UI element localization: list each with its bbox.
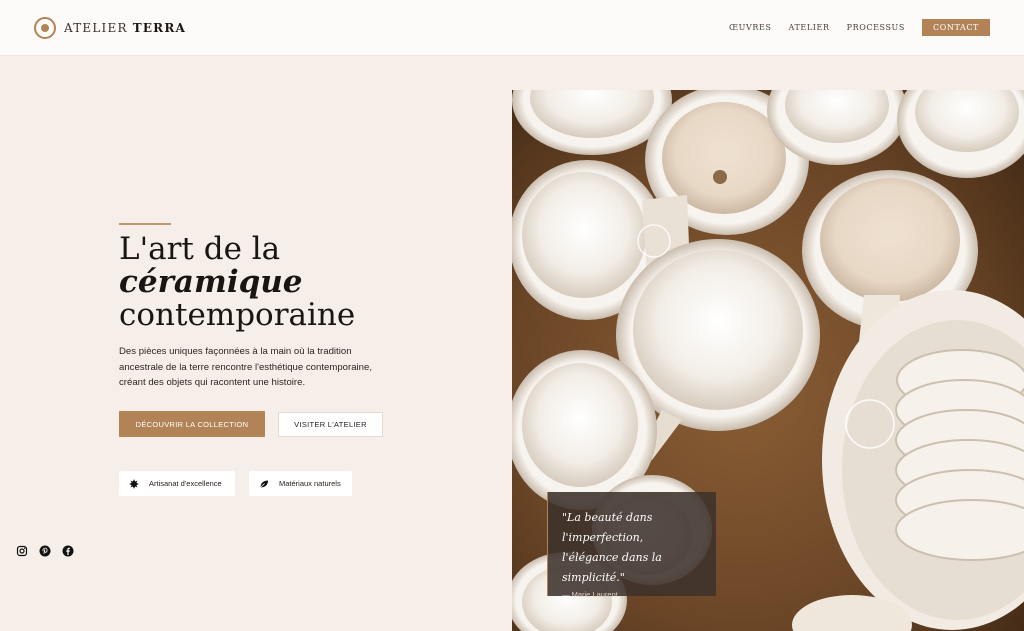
- star-burst-icon: [129, 478, 139, 489]
- logo-mark-icon: [34, 17, 56, 39]
- badge-label: Matériaux naturels: [279, 479, 341, 488]
- quote-author: — Marie Laurent: [562, 590, 618, 599]
- badge-label: Artisanat d'excellence: [149, 479, 222, 488]
- hero-title-line-2: céramique: [119, 264, 303, 300]
- facebook-icon[interactable]: [62, 545, 74, 557]
- logo[interactable]: ATELIER TERRA: [34, 17, 186, 39]
- visit-atelier-button[interactable]: VISITER L'ATELIER: [278, 412, 383, 437]
- contact-button[interactable]: CONTACT: [921, 19, 990, 36]
- nav-link-oeuvres[interactable]: ŒUVRES: [729, 23, 772, 32]
- discover-collection-button[interactable]: DÉCOUVRIR LA COLLECTION: [119, 411, 265, 437]
- badge-craftsmanship: Artisanat d'excellence: [119, 471, 235, 496]
- hero-title-line-3: contemporaine: [119, 297, 356, 333]
- badge-materials: Matériaux naturels: [249, 471, 352, 496]
- quote-text: "La beauté dans l'imperfection, l'élégan…: [562, 511, 662, 584]
- social-links: [16, 545, 85, 557]
- hero-title-line-1: L'art de la: [119, 231, 281, 267]
- hero-title: L'art de la céramique contemporaine: [119, 233, 355, 332]
- quote-card: "La beauté dans l'imperfection, l'élégan…: [547, 492, 716, 599]
- nav-link-atelier[interactable]: ATELIER: [789, 23, 830, 32]
- main-nav: ŒUVRES ATELIER PROCESSUS CONTACT: [712, 19, 990, 36]
- leaf-icon: [259, 480, 268, 488]
- site-header: ATELIER TERRA ŒUVRES ATELIER PROCESSUS C…: [0, 0, 1024, 56]
- pinterest-icon[interactable]: [39, 545, 51, 557]
- brand-name: ATELIER TERRA: [64, 21, 187, 35]
- title-accent-line: [119, 223, 171, 225]
- instagram-icon[interactable]: [16, 545, 28, 557]
- hero-description: Des pièces uniques façonnées à la main o…: [119, 346, 373, 388]
- nav-link-processus[interactable]: PROCESSUS: [847, 23, 905, 32]
